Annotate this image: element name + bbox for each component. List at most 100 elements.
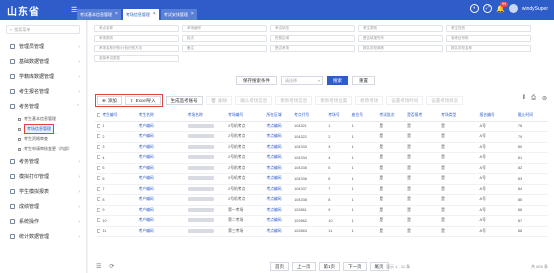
filter-field[interactable]: 选择考试类型 xyxy=(94,55,179,62)
search-button[interactable]: 搜索 xyxy=(327,76,348,85)
table-row[interactable]: 8 考户编码 2号机考点 考点编码 104338 8 1 是是是 A号 85 xyxy=(95,194,548,206)
filter-field[interactable]: 报名学校名称 xyxy=(446,45,531,52)
row-checkbox[interactable] xyxy=(97,207,101,212)
sidebar-subitem-room-info[interactable]: 考场信息管理 xyxy=(0,124,86,134)
close-icon[interactable]: × xyxy=(153,9,156,20)
set-time-button[interactable]: 设置考场时间 xyxy=(386,96,424,105)
sidebar-subitem-student-basic[interactable]: 考生基本信息管理 xyxy=(0,114,86,124)
save-search-button[interactable]: 保存搜索条件 xyxy=(236,76,277,85)
close-icon[interactable]: × xyxy=(115,9,118,20)
tab-exam-arrange[interactable]: 考试安排管理 × xyxy=(160,9,197,20)
set-status-button[interactable]: 设置考场状态 xyxy=(426,96,464,105)
col-header[interactable]: 考点代号 xyxy=(292,111,327,122)
col-header[interactable]: 考试批次 xyxy=(377,111,406,122)
filter-field[interactable]: 准考证号码 xyxy=(446,35,531,42)
sidebar-item-scores[interactable]: 成绩管理 › xyxy=(0,199,86,214)
compass-icon[interactable]: ◐ xyxy=(470,4,480,13)
sidebar-item-report[interactable]: 学生模拟报表 › xyxy=(0,184,86,199)
filter-field[interactable]: 报名学校简称 xyxy=(358,45,443,52)
fullscreen-icon[interactable]: ⤢ xyxy=(483,4,493,13)
excel-import-button[interactable]: ⇪ Excel导入 xyxy=(124,96,161,105)
prev-page-button[interactable]: 上一页 xyxy=(292,262,316,271)
filter-field[interactable]: 备注 xyxy=(182,45,267,52)
delete-button[interactable]: 🗑 删除 xyxy=(205,96,233,105)
row-checkbox[interactable] xyxy=(97,197,101,202)
filter-field[interactable]: 考场类别 xyxy=(94,35,179,42)
bell-icon[interactable]: 🔔 99 xyxy=(496,1,509,13)
sidebar-item-exam-affairs[interactable]: 考务管理 ⌃ xyxy=(0,99,86,114)
generate-account-button[interactable]: 生成监考账号 xyxy=(165,96,203,105)
row-checkbox[interactable] xyxy=(97,123,101,128)
row-checkbox[interactable] xyxy=(97,165,101,170)
col-header[interactable]: 考场类型 xyxy=(439,111,478,122)
col-header[interactable]: 考生名称 xyxy=(136,111,186,122)
next-page-button[interactable]: 下一页 xyxy=(343,262,367,271)
add-button[interactable]: ⊕ 添加 xyxy=(97,96,122,105)
sidebar-subitem-change-review[interactable]: 考生申请审核变更（内部） xyxy=(0,144,86,154)
filter-field[interactable]: 所属区域 xyxy=(270,35,355,42)
table-row[interactable]: 9 考户编码 第一考场 考点编码 102861 9 1 是是是 A号 86 xyxy=(95,205,548,216)
row-checkbox[interactable] xyxy=(97,134,101,139)
filter-field[interactable]: 考生类别 xyxy=(358,25,443,32)
row-checkbox[interactable] xyxy=(97,186,101,191)
row-checkbox[interactable] xyxy=(97,144,101,149)
sidebar-item-student-db[interactable]: 学籍库数据管理 › xyxy=(0,69,86,84)
tab-room-info[interactable]: 考场信息管理 × xyxy=(122,9,159,20)
table-row[interactable]: 11 考户编码 第三考场 考点编码 102863 11 1 是是是 A号 88 xyxy=(95,226,548,237)
table-row[interactable]: 4 考户编码 2号机考点 考点编码 104334 4 1 是是是 A号 81 xyxy=(95,152,548,164)
edit-room-button[interactable]: 修改考场 xyxy=(355,96,384,105)
col-header[interactable]: 考场编号 xyxy=(226,111,265,122)
reset-button[interactable]: 重置 xyxy=(352,76,375,85)
table-row[interactable]: 10 考户编码 第二考场 考点编码 102862 10 1 是是是 A号 87 xyxy=(95,215,548,227)
sidebar-item-basedata[interactable]: 基础数据管理 › xyxy=(0,54,86,69)
col-header[interactable]: 所在区域 xyxy=(264,111,293,122)
refresh-icon[interactable]: ⟳ xyxy=(109,263,114,270)
user-name[interactable]: windySuper xyxy=(522,6,548,12)
table-row[interactable]: 2 考户编码 2号机考点 考点编码 104322 2 1 是是是 A号 79 xyxy=(95,131,548,143)
sidebar-item-print[interactable]: 模拟打印管理 › xyxy=(0,169,86,184)
filter-field[interactable]: 考点名称 xyxy=(94,25,179,32)
columns-icon[interactable]: ⫴ xyxy=(523,95,526,102)
filter-field[interactable]: 批次 xyxy=(182,35,267,42)
tab-exam-info[interactable]: 考试基本信息管理 × xyxy=(77,9,121,20)
table-row[interactable]: 6 考户编码 2号机考点 考点编码 104336 6 1 是是是 A号 83 xyxy=(95,173,548,185)
confirm-room-button[interactable]: 确认考场信息 xyxy=(235,96,273,105)
col-header[interactable]: 考生编号 xyxy=(100,111,137,122)
filter-field[interactable]: 考场名称识别/计划识别方法 xyxy=(94,45,179,52)
row-checkbox[interactable] xyxy=(97,218,101,223)
filter-field[interactable]: 考生性别 xyxy=(446,25,531,32)
sidebar-item-signup[interactable]: 考生报名管理 › xyxy=(0,84,86,99)
table-row[interactable]: 7 考户编码 2号机考点 考点编码 104337 7 1 是是是 A号 84 xyxy=(95,184,548,195)
sidebar-item-admin[interactable]: 管理员管理 › xyxy=(0,39,86,54)
sidebar-subitem-qualification[interactable]: 考生资格审查 xyxy=(0,134,86,144)
menu-search-input[interactable]: ⌕ 搜索菜单 xyxy=(6,25,80,34)
sidebar-item-exam-affairs-2[interactable]: 考务管理 › xyxy=(0,154,86,169)
row-checkbox[interactable] xyxy=(97,176,101,181)
export-icon[interactable]: ⎙ xyxy=(531,95,536,102)
update-room-button[interactable]: 更新考场信息 xyxy=(275,96,313,105)
col-header[interactable]: 考场号 xyxy=(326,111,350,122)
list-icon[interactable]: ☰ xyxy=(96,263,101,270)
col-header[interactable]: 座位号 xyxy=(349,111,378,122)
row-checkbox[interactable] xyxy=(97,155,101,160)
table-row[interactable]: 5 考户编码 2号机考点 考点编码 104335 5 1 是是是 A号 82 xyxy=(95,163,548,174)
close-icon[interactable]: × xyxy=(191,9,194,20)
filter-field[interactable]: 是否填报完毕 xyxy=(358,35,443,42)
table-row[interactable]: 3 考户编码 2号机考点 考点编码 104333 3 1 是是是 A号 80 xyxy=(95,142,548,153)
sidebar-item-stats[interactable]: 统计数据管理 › xyxy=(0,229,86,244)
sidebar-item-sysop[interactable]: 系统操作 › xyxy=(0,214,86,229)
col-header[interactable]: 是否报考 xyxy=(405,111,440,122)
col-header[interactable]: 截止时间 xyxy=(515,111,548,122)
filter-field[interactable]: 考试状态 xyxy=(270,25,355,32)
update-position-button[interactable]: 更新考场位置 xyxy=(315,96,353,105)
col-header[interactable]: 报名编号 xyxy=(477,111,516,122)
table-row[interactable]: 1 考户编码 2号机考点 考点编码 104321 1 1 是是是 A号 78 xyxy=(95,121,548,132)
saved-search-select[interactable]: 请选择 xyxy=(281,76,323,85)
filter-field[interactable]: 考场编号 xyxy=(182,25,267,32)
filter-icon[interactable]: ⊜ xyxy=(542,95,547,102)
first-page-button[interactable]: 首页 xyxy=(270,262,289,271)
col-header[interactable]: 考场名称 xyxy=(185,111,227,122)
avatar[interactable] xyxy=(508,4,518,13)
filter-field[interactable]: 是否考场 xyxy=(270,45,355,52)
row-checkbox[interactable] xyxy=(97,228,101,233)
